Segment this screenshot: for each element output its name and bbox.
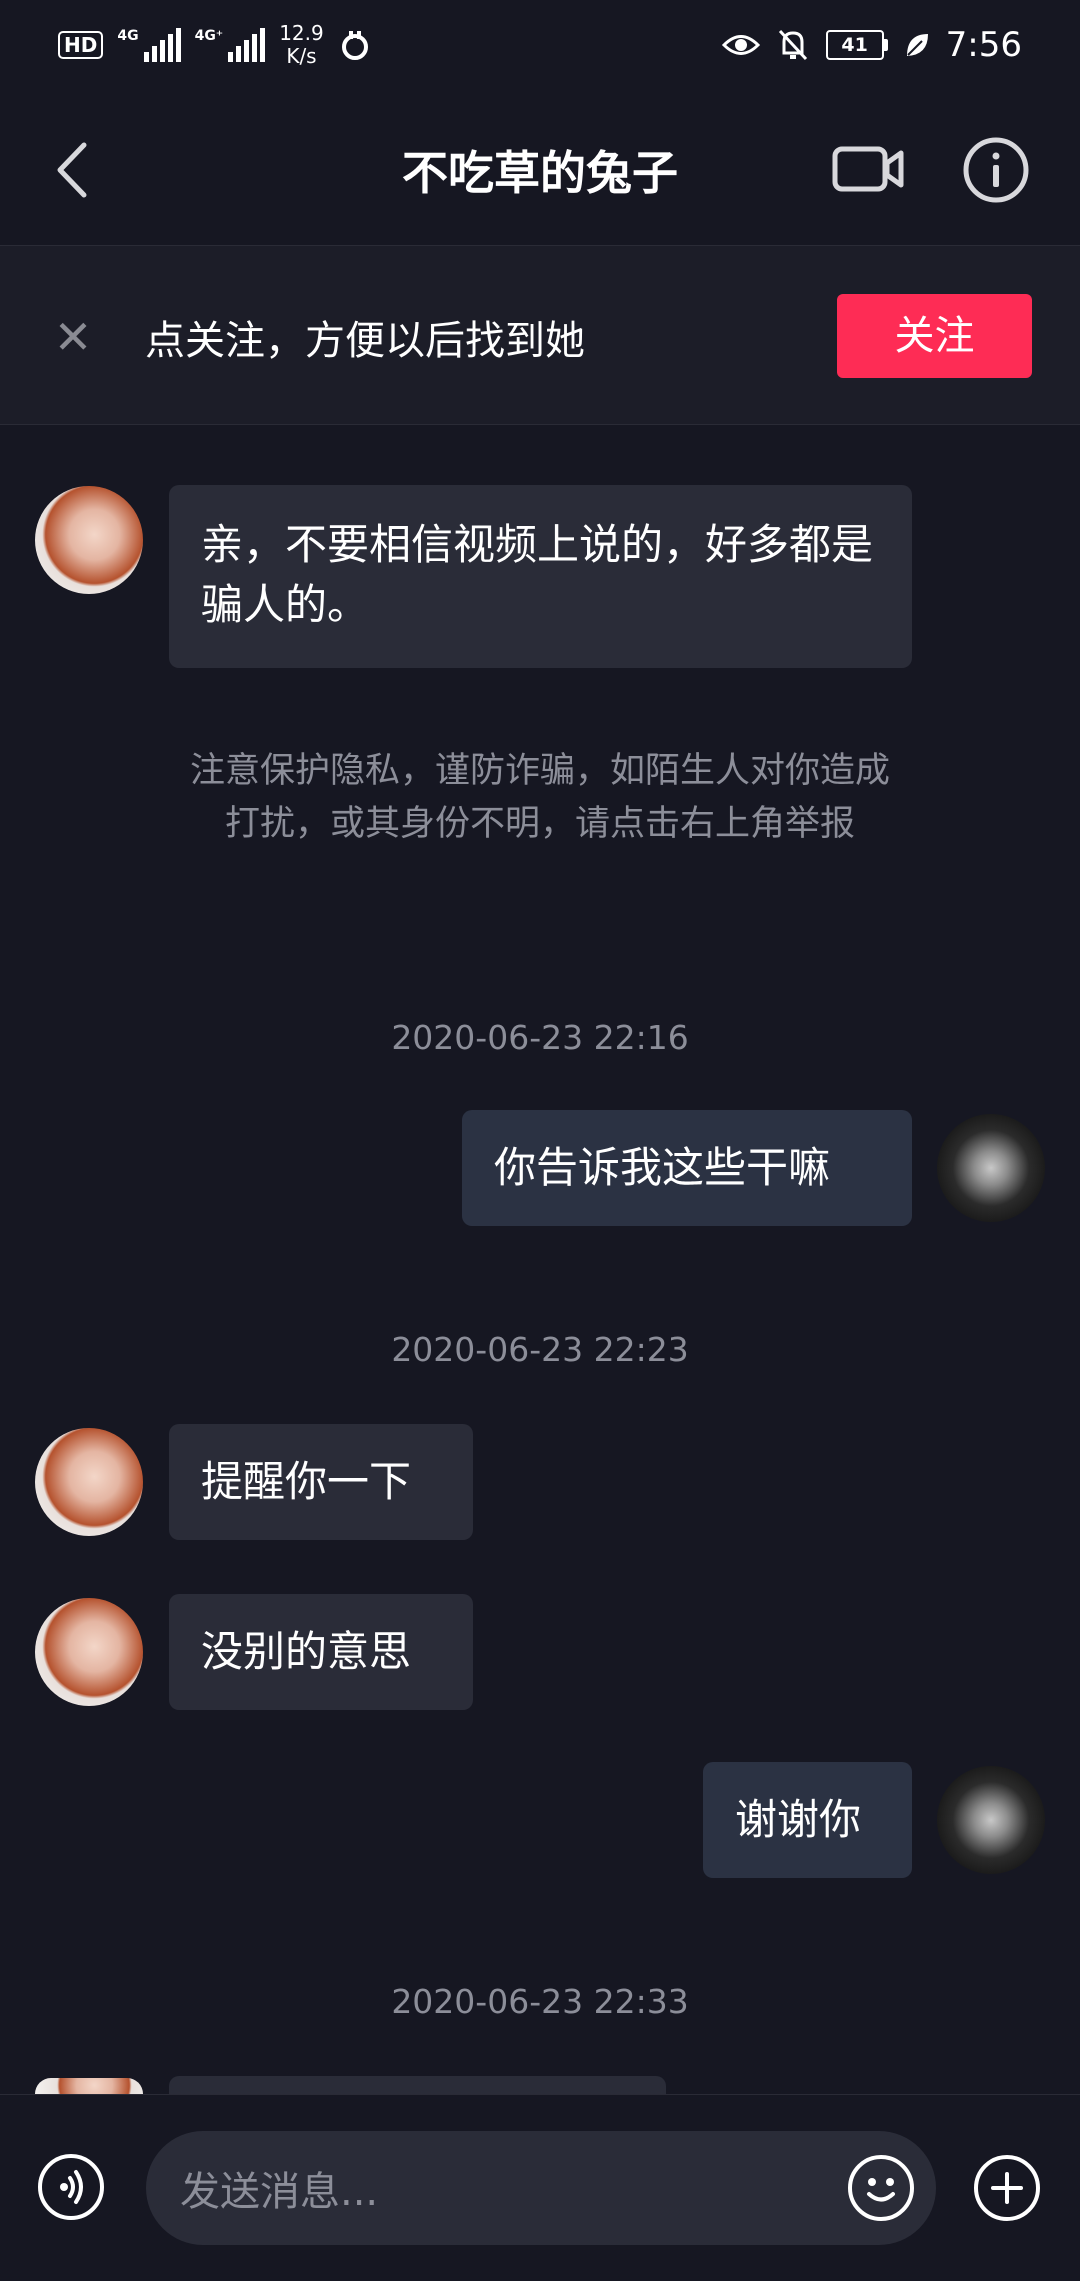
message-input-placeholder: 发送消息... [180,2169,379,2215]
follow-button[interactable]: 关注 [837,294,1032,378]
status-bar: HD 4G 4G⁺ 12.9 K/s 41 7:56 [0,0,1080,95]
timestamp: 2020-06-23 22:33 [391,1982,689,2021]
battery-icon: 41 [825,30,888,60]
follow-banner: ✕ 点关注，方便以后找到她 关注 [0,246,1080,425]
contact-avatar[interactable] [35,1598,143,1706]
net-speed-value: 12.9 [279,21,324,45]
message-bubble-sent[interactable]: 谢谢你 [703,1762,912,1878]
clock: 7:56 [945,25,1022,65]
sim2-network-tag: 4G⁺ [194,28,224,44]
close-icon[interactable]: ✕ [50,314,96,360]
video-call-icon[interactable] [832,139,904,199]
follow-prompt: 点关注，方便以后找到她 [145,318,585,364]
net-speed-unit: K/s [286,44,317,68]
tiktok-icon [341,31,368,60]
status-left: HD 4G 4G⁺ 12.9 K/s [58,20,372,70]
timestamp: 2020-06-23 22:23 [391,1330,689,1369]
my-avatar[interactable] [937,1766,1045,1874]
net-speed: 12.9 K/s [279,22,324,68]
message-bubble-sent[interactable]: 你告诉我这些干嘛 [462,1110,912,1226]
sim1-network-tag: 4G [117,28,139,44]
message-bubble-partial [169,2076,666,2094]
mute-bell-icon [778,29,807,61]
plus-icon[interactable] [974,2155,1040,2221]
message-bubble-received[interactable]: 没别的意思 [169,1594,473,1710]
contact-avatar[interactable] [35,486,143,594]
chat-header: 不吃草的兔子 [0,95,1080,246]
signal-sim1-icon: 4G [117,28,181,62]
emoji-icon[interactable] [848,2155,914,2221]
privacy-notice: 注意保护隐私，谨防诈骗，如陌生人对你造成打扰，或其身份不明，请点击右上角举报 [189,751,890,844]
status-right: 41 7:56 [721,20,1022,70]
battery-level: 41 [825,30,884,60]
signal-sim2-icon: 4G⁺ [195,28,266,62]
page-title: 不吃草的兔子 [402,146,678,200]
timestamp: 2020-06-23 22:16 [391,1018,689,1057]
voice-icon[interactable] [38,2154,104,2220]
leaf-icon [906,34,928,56]
contact-avatar[interactable] [35,1428,143,1536]
input-bar: 发送消息... [0,2094,1080,2281]
hd-badge: HD [58,31,104,59]
my-avatar[interactable] [937,1114,1045,1222]
message-bubble-received[interactable]: 提醒你一下 [169,1424,473,1540]
contact-avatar [35,2078,143,2094]
info-icon[interactable] [963,137,1029,203]
eye-icon [721,35,760,55]
message-bubble-received[interactable]: 亲，不要相信视频上说的，好多都是骗人的。 [169,485,912,668]
